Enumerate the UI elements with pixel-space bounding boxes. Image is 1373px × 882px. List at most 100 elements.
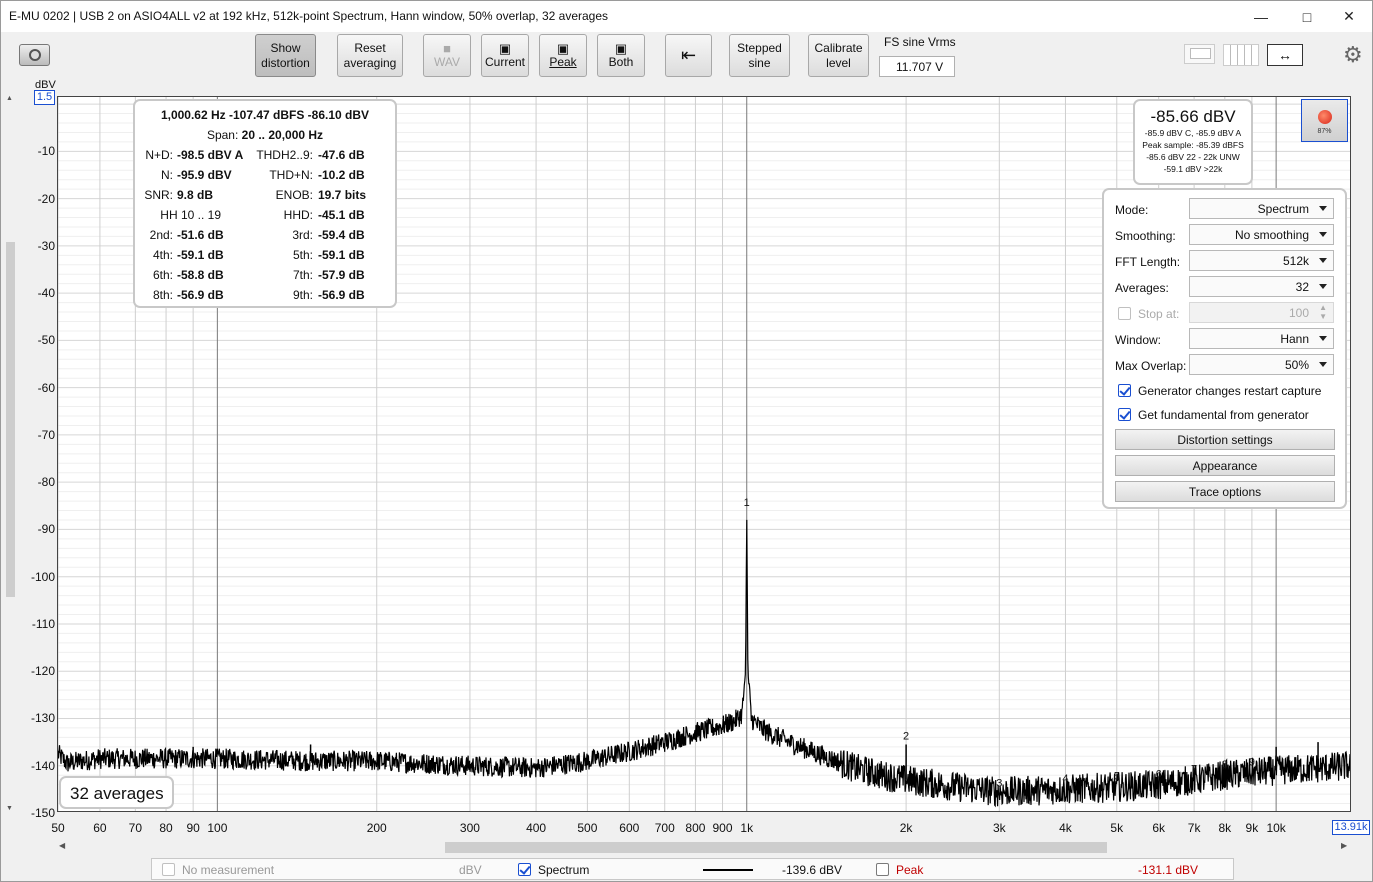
distortion-label: 9th: — [292, 288, 313, 302]
x-tick-label: 5k — [1110, 821, 1124, 835]
harmonic-marker-label: 9 — [1249, 756, 1255, 768]
distortion-panel: 1,000.62 Hz -107.47 dBFS -86.10 dBV Span… — [133, 99, 397, 308]
horizontal-scrollbar[interactable]: ◀ ▶ — [57, 841, 1351, 854]
y-tick-label: -120 — [30, 664, 55, 679]
mode-select[interactable]: Spectrum — [1189, 198, 1334, 219]
wav-button[interactable]: ■ WAV — [423, 34, 471, 77]
distortion-label: THD+N: — [269, 168, 313, 182]
chevron-down-icon — [1319, 232, 1327, 237]
distortion-value: -58.8 dB — [177, 268, 224, 282]
close-icon[interactable]: ✕ — [1326, 1, 1372, 32]
stop-at-label: Stop at: — [1138, 307, 1180, 321]
smoothing-select[interactable]: No smoothing — [1189, 224, 1334, 245]
save-peak-button[interactable]: ▣ Peak — [539, 34, 587, 77]
fit-view-arrows-icon[interactable]: ↔ — [1267, 44, 1303, 66]
distortion-value: -47.6 dB — [318, 148, 365, 162]
y-axis-top-value[interactable]: 1.5 — [34, 90, 55, 105]
distortion-header: 1,000.62 Hz -107.47 dBFS -86.10 dBV — [160, 108, 370, 122]
max-overlap-select[interactable]: 50% — [1189, 354, 1334, 375]
camera-icon[interactable] — [19, 44, 50, 66]
level-panel: -85.66 dBV -85.9 dBV C, -85.9 dBV A Peak… — [1133, 99, 1253, 185]
maximize-icon[interactable]: □ — [1284, 1, 1330, 32]
harmonic-marker-label: 2 — [903, 730, 909, 742]
y-tick-label: -130 — [30, 711, 55, 726]
x-tick-label: 60 — [93, 821, 107, 835]
y-tick-label: -80 — [37, 475, 55, 490]
max-overlap-label: Max Overlap: — [1115, 359, 1187, 373]
x-tick-label: 50 — [51, 821, 65, 835]
spectrum-checkbox[interactable] — [518, 863, 531, 876]
averages-select[interactable]: 32 — [1189, 276, 1334, 297]
distortion-settings-button[interactable]: Distortion settings — [1115, 429, 1335, 450]
no-measurement-checkbox[interactable] — [162, 863, 175, 876]
x-tick-label: 200 — [366, 821, 387, 835]
distortion-label: HHD: — [283, 208, 313, 222]
distortion-label: 5th: — [292, 248, 313, 262]
spectrum-line-swatch — [703, 869, 753, 871]
distortion-label: ENOB: — [275, 188, 313, 202]
x-tick-label: 300 — [459, 821, 480, 835]
no-measurement-label: No measurement — [182, 863, 275, 877]
harmonic-marker-label: 7 — [1191, 764, 1197, 776]
column-view-icon[interactable] — [1223, 44, 1259, 66]
export-button[interactable]: ⇤ — [665, 34, 712, 77]
horizontal-scroll-thumb[interactable] — [445, 842, 1107, 853]
reset-averaging-button[interactable]: Reset averaging — [337, 34, 403, 77]
harmonic-marker-label: 6 — [1156, 768, 1162, 780]
appearance-button[interactable]: Appearance — [1115, 455, 1335, 476]
save-icon: ▣ — [498, 40, 512, 56]
chevron-down-icon — [1319, 284, 1327, 289]
distortion-value: -95.9 dBV — [177, 168, 232, 182]
distortion-label: N: — [161, 168, 173, 182]
save-current-button[interactable]: ▣ Current — [481, 34, 529, 77]
peak-value: -131.1 dBV — [1138, 863, 1199, 877]
record-percent: 87% — [1317, 128, 1332, 135]
y-tick-label: -110 — [31, 616, 55, 631]
minimize-icon[interactable]: — — [1238, 1, 1284, 32]
trace-options-button[interactable]: Trace options — [1115, 481, 1335, 502]
distortion-value: 19.7 bits — [318, 188, 367, 202]
status-bar: No measurement dBV Spectrum -139.6 dBV P… — [151, 858, 1234, 880]
level-line: -85.9 dBV C, -85.9 dBV A — [1144, 128, 1242, 138]
fs-sine-input[interactable]: 11.707 V — [879, 56, 955, 77]
x-axis-end-value[interactable]: 13.91k — [1332, 820, 1370, 835]
distortion-value: -98.5 dBV A — [177, 148, 244, 162]
distortion-label: 3rd: — [292, 228, 313, 242]
distortion-value: -59.4 dB — [318, 228, 365, 242]
window-select[interactable]: Hann — [1189, 328, 1334, 349]
title-bar: E-MU 0202 | USB 2 on ASIO4ALL v2 at 192 … — [1, 1, 1372, 32]
show-distortion-button[interactable]: Show distortion — [255, 34, 316, 77]
window-label: Window: — [1115, 333, 1162, 347]
level-line: Peak sample: -85.39 dBFS — [1142, 140, 1244, 150]
generator-restart-checkbox[interactable] — [1118, 384, 1131, 397]
distortion-label: THDH2..9: — [256, 148, 313, 162]
distortion-value: -59.1 dB — [177, 248, 224, 262]
spectrum-trace — [58, 519, 1350, 808]
fft-length-select[interactable]: 512k — [1189, 250, 1334, 271]
gear-icon[interactable]: ⚙ — [1343, 44, 1365, 66]
x-tick-label: 90 — [186, 821, 200, 835]
x-tick-label: 6k — [1152, 821, 1166, 835]
y-tick-label: -40 — [37, 286, 55, 301]
stop-at-checkbox[interactable] — [1118, 307, 1131, 320]
distortion-value: -10.2 dB — [318, 168, 365, 182]
y-tick-label: -140 — [30, 758, 55, 773]
calibrate-level-button[interactable]: Calibrate level — [808, 34, 869, 77]
harmonic-marker-label: 3 — [996, 778, 1002, 790]
peak-checkbox[interactable] — [876, 863, 889, 876]
y-tick-label: -70 — [37, 427, 55, 442]
record-button[interactable]: 87% — [1301, 99, 1348, 142]
stop-at-stepper[interactable]: 100 ▲ ▼ — [1189, 302, 1334, 323]
distortion-label: 2nd: — [149, 228, 173, 242]
fundamental-from-generator-checkbox[interactable] — [1118, 408, 1131, 421]
spectrum-label: Spectrum — [538, 863, 590, 877]
mode-label: Mode: — [1115, 203, 1149, 217]
x-tick-label: 600 — [619, 821, 640, 835]
save-both-button[interactable]: ▣ Both — [597, 34, 645, 77]
app-window: E-MU 0202 | USB 2 on ASIO4ALL v2 at 192 … — [0, 0, 1373, 882]
fs-sine-label: FS sine Vrms — [884, 35, 956, 49]
stepped-sine-button[interactable]: Stepped sine — [729, 34, 790, 77]
distortion-label: 4th: — [152, 248, 173, 262]
toolbar: Show distortion Reset averaging ■ WAV ▣ … — [1, 32, 1372, 92]
single-pane-icon[interactable] — [1184, 44, 1215, 64]
